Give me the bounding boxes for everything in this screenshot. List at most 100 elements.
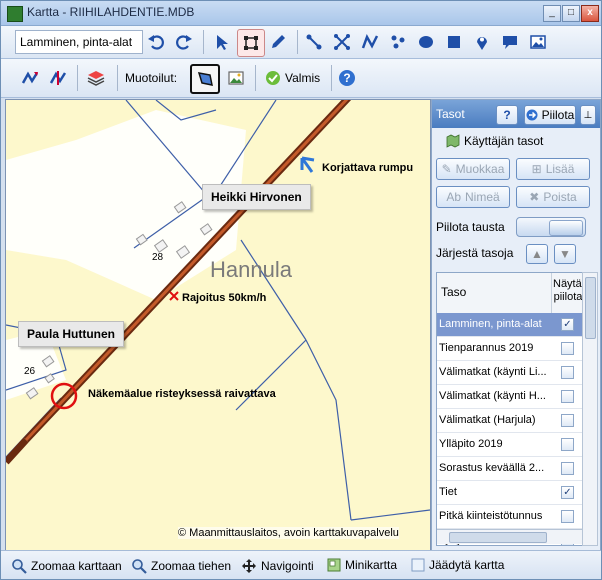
table-row[interactable]: Tienparannus 2019 <box>437 337 582 361</box>
parcel-number: 28 <box>152 252 164 263</box>
scrollbar-thumb[interactable] <box>449 532 547 543</box>
points-tool-button[interactable] <box>385 29 411 55</box>
vertical-scrollbar[interactable] <box>582 272 598 546</box>
annotation-speed-limit[interactable]: Rajoitus 50km/h <box>182 292 266 304</box>
callout-owner-2[interactable]: Paula Huttunen <box>18 321 125 347</box>
reverse-line-button[interactable] <box>17 65 43 91</box>
visibility-checkbox[interactable]: ✓ <box>561 318 574 331</box>
table-row[interactable]: Sorastus keväällä 2... <box>437 457 582 481</box>
redo-icon <box>176 35 192 50</box>
separator <box>255 65 256 91</box>
rectangle-icon <box>448 36 460 48</box>
move-arrows-icon <box>242 559 256 573</box>
magnifier-icon <box>12 559 27 574</box>
edit-vertices-button[interactable] <box>237 29 265 57</box>
edit-layer-label: Muokkaa <box>455 162 505 176</box>
move-layer-up-button[interactable]: ▲ <box>526 244 548 264</box>
table-row[interactable]: Ylläpito 2019 <box>437 433 582 457</box>
area-style-button[interactable] <box>190 64 220 94</box>
table-row[interactable]: Välimatkat (käynti Li... <box>437 361 582 385</box>
add-layer-button[interactable]: ⊞ Lisää <box>516 158 590 180</box>
marker-tool-button[interactable] <box>469 29 495 55</box>
table-row[interactable]: Välimatkat (käynti H... <box>437 385 582 409</box>
hide-panel-button[interactable]: Piilota <box>524 105 576 125</box>
undo-button[interactable] <box>143 29 169 55</box>
hide-panel-label: Piilota <box>541 108 575 122</box>
visibility-checkbox[interactable] <box>561 366 574 379</box>
done-button[interactable]: Valmis <box>285 71 320 85</box>
split-line-button[interactable] <box>45 65 71 91</box>
rectangle-tool-button[interactable] <box>441 29 467 55</box>
panel-help-button[interactable]: ? <box>496 105 518 125</box>
minimize-button[interactable]: _ <box>543 5 561 22</box>
pencil-tool-button[interactable] <box>265 29 291 55</box>
map-canvas[interactable]: Hannula Heikki Hirvonen Paula Huttunen K… <box>5 99 431 551</box>
callout-owner-1[interactable]: Heikki Hirvonen <box>202 184 311 210</box>
drawing-toolbar: Lamminen, pinta-alat <box>1 26 601 59</box>
zoom-to-road-button[interactable]: Zoomaa tiehen <box>131 558 231 574</box>
cross-lines-icon <box>334 34 350 50</box>
panel-header: Tasot ? Piilota ⊥ <box>432 100 600 128</box>
delete-icon: ✖ <box>529 190 540 204</box>
hide-background-toggle[interactable] <box>516 217 586 237</box>
arrow-right-icon <box>526 109 538 121</box>
ellipse-icon <box>419 36 433 48</box>
map-copyright: © Maanmittauslaitos, avoin karttakuvapal… <box>178 527 399 539</box>
edit-icon: ✎ <box>441 162 452 176</box>
maximize-button[interactable]: □ <box>562 5 580 22</box>
rename-layer-button[interactable]: Ab Nimeä <box>436 186 510 208</box>
table-row[interactable]: Tiet ✓ <box>437 481 582 505</box>
line-tool-button[interactable] <box>301 29 327 55</box>
close-button[interactable]: x <box>581 5 599 22</box>
pin-panel-button[interactable]: ⊥ <box>580 105 596 125</box>
horizontal-scrollbar[interactable] <box>437 529 582 544</box>
area-name: Hannula <box>210 257 292 282</box>
minimap-toggle[interactable]: Minikartta <box>327 558 397 572</box>
polygon-style-icon <box>197 72 213 86</box>
map-layers-icon <box>446 134 460 148</box>
select-tool-button[interactable] <box>209 29 235 55</box>
visibility-checkbox[interactable] <box>561 390 574 403</box>
cross-lines-tool-button[interactable] <box>329 29 355 55</box>
visibility-checkbox[interactable] <box>561 510 574 523</box>
annotation-culvert[interactable]: Korjattava rumpu <box>322 162 413 174</box>
move-layer-down-button[interactable]: ▼ <box>554 244 576 264</box>
cursor-arrow-icon <box>217 35 228 50</box>
polyline-icon <box>361 33 379 49</box>
freeze-map-toggle[interactable]: Jäädytä kartta <box>411 558 504 572</box>
visibility-checkbox[interactable] <box>561 414 574 427</box>
separator <box>297 30 298 54</box>
visibility-checkbox[interactable]: ✓ <box>561 486 574 499</box>
image-tool-button[interactable] <box>525 29 551 55</box>
speech-bubble-icon <box>503 36 517 49</box>
layers-button[interactable] <box>83 65 109 91</box>
layer-name: Välimatkat (Harjula) <box>439 414 536 426</box>
comment-tool-button[interactable] <box>497 29 523 55</box>
zoom-to-map-button[interactable]: Zoomaa karttaan <box>11 558 122 574</box>
visibility-checkbox[interactable] <box>561 342 574 355</box>
pin-icon: ⊥ <box>583 109 593 121</box>
ellipse-tool-button[interactable] <box>413 29 439 55</box>
navigate-label: Navigointi <box>261 559 314 573</box>
delete-layer-button[interactable]: ✖ Poista <box>516 186 590 208</box>
table-row[interactable]: Lamminen, pinta-alat ✓ <box>437 313 582 337</box>
help-button[interactable]: ? <box>339 70 355 86</box>
freeze-map-label: Jäädytä kartta <box>429 558 505 572</box>
annotation-visibility[interactable]: Näkemäalue risteyksessä raivattava <box>88 388 276 400</box>
order-layers-label: Järjestä tasoja <box>436 246 514 260</box>
picture-style-button[interactable] <box>223 65 249 91</box>
active-layer-field[interactable]: Lamminen, pinta-alat <box>15 30 143 54</box>
separator <box>331 65 332 91</box>
table-row[interactable]: Välimatkat (Harjula) <box>437 409 582 433</box>
visibility-checkbox[interactable] <box>561 438 574 451</box>
navigate-button[interactable]: Navigointi <box>241 558 314 574</box>
scrollbar-thumb[interactable] <box>585 277 596 339</box>
redo-button[interactable] <box>171 29 197 55</box>
delete-layer-label: Poista <box>543 190 577 204</box>
edit-layer-button[interactable]: ✎ Muokkaa <box>436 158 510 180</box>
visibility-checkbox[interactable] <box>561 462 574 475</box>
split-line-icon <box>49 71 67 85</box>
table-row[interactable]: Pitkä kiinteistötunnus <box>437 505 582 529</box>
layer-name: Pitkä kiinteistötunnus <box>439 510 543 522</box>
polyline-tool-button[interactable] <box>357 29 383 55</box>
